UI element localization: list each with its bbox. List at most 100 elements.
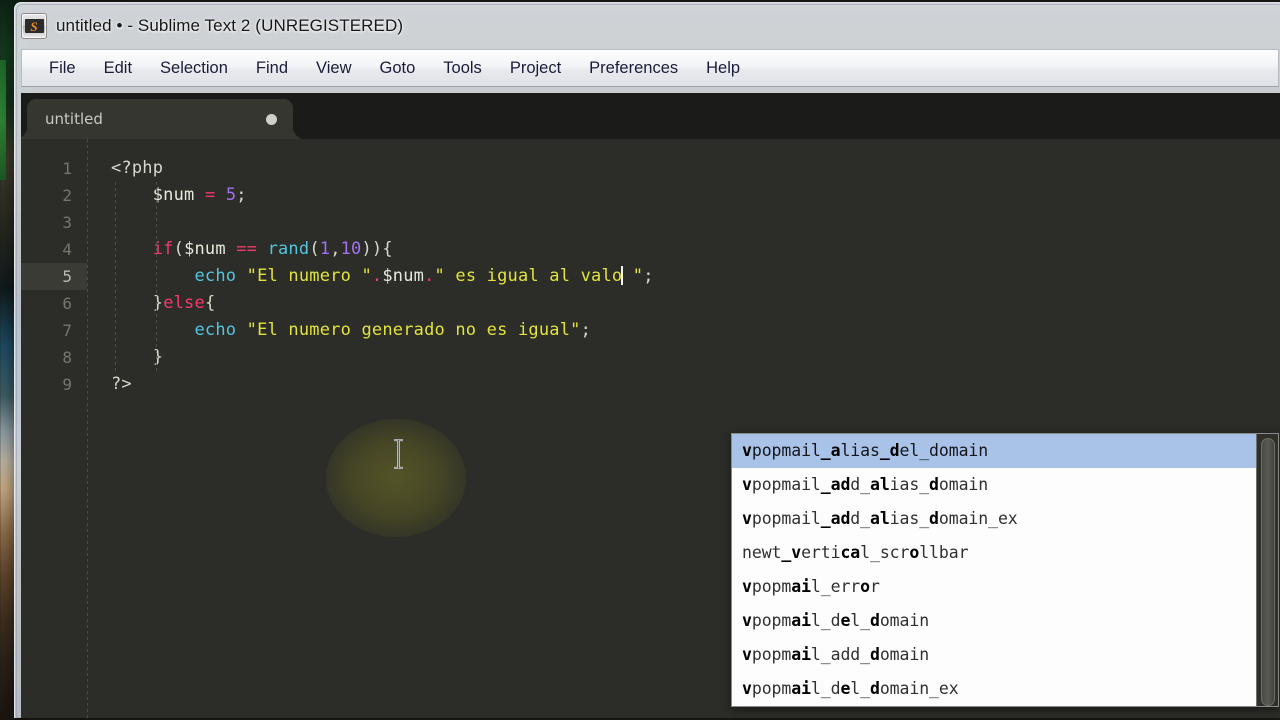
window-title: untitled • - Sublime Text 2 (UNREGISTERE…: [56, 16, 404, 35]
autocomplete-item[interactable]: vpopmail_del_domain: [732, 604, 1256, 638]
autocomplete-item[interactable]: vpopmail_add_domain: [732, 638, 1256, 672]
code-line[interactable]: <?php: [87, 155, 1280, 182]
code-line[interactable]: [87, 209, 1280, 236]
code-token: {: [204, 293, 216, 313]
code-line[interactable]: }else{: [87, 290, 1280, 317]
code-token: ": [622, 266, 644, 286]
autocomplete-item[interactable]: newt_vertical_scrollbar: [732, 536, 1256, 570]
code-token: }: [152, 347, 164, 367]
desktop-wallpaper-accent: [0, 60, 6, 180]
code-line[interactable]: if($num == rand(1,10)){: [87, 236, 1280, 263]
code-token: <?php: [111, 158, 164, 178]
code-token: ;: [580, 320, 592, 340]
code-token: 5: [225, 185, 237, 205]
menu-item-file[interactable]: File: [38, 56, 87, 81]
indent-guide: [156, 182, 157, 371]
line-number: 9: [62, 375, 72, 394]
autocomplete-item[interactable]: vpopmail_error: [732, 570, 1256, 604]
menu-item-edit[interactable]: Edit: [93, 56, 143, 81]
autocomplete-item[interactable]: vpopmail_del_domain_ex: [732, 672, 1256, 706]
sublime-text-window: S untitled • - Sublime Text 2 (UNREGISTE…: [14, 2, 1280, 718]
code-token: $num: [382, 266, 425, 286]
tab-unsaved-indicator-icon[interactable]: [266, 113, 277, 125]
editor-tab[interactable]: untitled: [27, 99, 293, 139]
code-token: echo: [194, 320, 237, 340]
menu-item-tools[interactable]: Tools: [432, 56, 493, 81]
code-line[interactable]: echo "El numero generado no es igual";: [87, 317, 1280, 344]
code-token: (: [309, 239, 320, 259]
code-token: ;: [643, 266, 654, 286]
autocomplete-item[interactable]: vpopmail_add_alias_domain: [732, 468, 1256, 502]
tab-bar: untitled: [21, 93, 1280, 139]
code-area[interactable]: 1 2 3 4 5 6 7 8 9 <?php $num = 5; if($num == ran…: [21, 139, 1280, 718]
line-number-gutter: 1 2 3 4 5 6 7 8 9: [21, 139, 87, 718]
line-number: 7: [62, 321, 72, 340]
code-token: $num: [184, 239, 226, 259]
code-token: else: [163, 293, 205, 313]
line-number: 5: [21, 263, 87, 290]
code-line[interactable]: ?>: [87, 371, 1280, 398]
code-token: }: [152, 293, 164, 313]
code-line[interactable]: }: [87, 344, 1280, 371]
line-number: 1: [62, 159, 72, 178]
app-icon-letter: S: [30, 18, 38, 34]
title-bar: S untitled • - Sublime Text 2 (UNREGISTE…: [15, 3, 1280, 49]
code-token: =: [204, 185, 216, 205]
code-token: ;: [236, 185, 247, 205]
line-number: 4: [62, 240, 72, 259]
app-icon-screen: S: [24, 18, 44, 34]
code-token: .: [371, 266, 383, 286]
menu-item-help[interactable]: Help: [695, 56, 751, 81]
code-line[interactable]: echo "El numero ".$num." es igual al val…: [87, 263, 1280, 290]
line-number: 2: [62, 186, 72, 205]
code-token: ==: [236, 239, 258, 259]
code-token: ?>: [111, 374, 132, 394]
code-token: rand: [267, 239, 310, 259]
menu-item-project[interactable]: Project: [499, 56, 572, 81]
menu-item-preferences[interactable]: Preferences: [578, 56, 689, 81]
code-token: (: [173, 239, 185, 259]
menu-item-view[interactable]: View: [305, 56, 362, 81]
code-token: )){: [361, 239, 393, 259]
code-token: echo: [194, 266, 237, 286]
sublime-text-icon: S: [21, 13, 47, 39]
autocomplete-item[interactable]: vpopmail_alias_del_domain: [732, 434, 1256, 468]
autocomplete-popup[interactable]: vpopmail_alias_del_domain vpopmail_add_al…: [731, 433, 1279, 707]
code-token: "El numero generado no es igual": [246, 320, 581, 340]
code-token: " es igual al valo: [434, 266, 623, 286]
menu-item-goto[interactable]: Goto: [369, 56, 427, 81]
editor-shell: untitled 1 2 3 4 5 6 7 8 9 <?php $num = 5; if($n…: [21, 93, 1280, 718]
menu-item-selection[interactable]: Selection: [149, 56, 239, 81]
code-token: 10: [340, 239, 362, 259]
indent-guide: [115, 182, 116, 371]
screen: S untitled • - Sublime Text 2 (UNREGISTE…: [0, 0, 1280, 720]
autocomplete-scrollbar-thumb[interactable]: [1261, 438, 1275, 706]
code-token: $num: [152, 185, 195, 205]
code-token: 1: [319, 239, 331, 259]
line-number: 6: [62, 294, 72, 313]
tab-label: untitled: [45, 110, 103, 128]
line-number: 8: [62, 348, 72, 367]
code-token: .: [424, 266, 435, 286]
autocomplete-scrollbar[interactable]: [1256, 434, 1278, 706]
code-token: "El numero ": [246, 266, 372, 286]
code-token: ,: [330, 239, 341, 259]
code-line[interactable]: $num = 5;: [87, 182, 1280, 209]
autocomplete-list[interactable]: vpopmail_alias_del_domain vpopmail_add_al…: [732, 434, 1256, 706]
line-number: 3: [62, 213, 72, 232]
menu-item-find[interactable]: Find: [245, 56, 299, 81]
autocomplete-item[interactable]: vpopmail_add_alias_domain_ex: [732, 502, 1256, 536]
menu-bar: File Edit Selection Find View Goto Tools Projec…: [21, 49, 1279, 87]
